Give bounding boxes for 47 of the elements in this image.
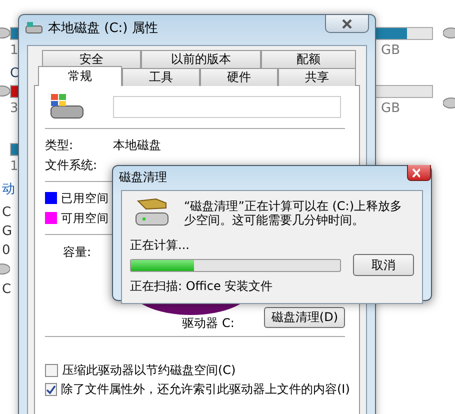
field-label: 文件系统: xyxy=(45,156,98,174)
close-button[interactable] xyxy=(407,165,431,181)
checkbox-label: 除了文件属性外，还允许索引此驱动器上文件的内容(I) xyxy=(61,381,350,398)
drive-size-text: 3 xyxy=(10,101,18,116)
tab[interactable]: 安全 xyxy=(42,50,142,68)
drive-size-text: GB xyxy=(381,43,400,58)
window-title: 磁盘清理 xyxy=(119,168,168,186)
drive-size-text: GB xyxy=(381,101,400,116)
scanning-text: 正在扫描: Office 安装文件 xyxy=(130,278,274,295)
drive-icon xyxy=(443,96,455,110)
message-text: “磁盘清理”正在计算可以在 (C:)上释放多少空间。这可能需要几分钟时间。 xyxy=(184,199,404,227)
drive-title: C xyxy=(2,282,12,297)
tab[interactable]: 以前的版本 xyxy=(141,50,261,68)
status-text: 正在计算... xyxy=(130,237,190,254)
drive-icon xyxy=(443,26,455,40)
field-value: 本地磁盘 xyxy=(113,136,161,154)
close-icon xyxy=(412,168,420,178)
legend-label: 已用空间 xyxy=(61,190,109,206)
drive-title: C xyxy=(2,205,12,220)
drive-title: G xyxy=(2,224,12,239)
close-button[interactable] xyxy=(325,15,369,33)
drive-icon xyxy=(0,84,10,98)
cancel-button[interactable]: 取消 xyxy=(353,254,414,276)
drive-size-text: 1 xyxy=(10,159,18,174)
disk-cleanup-button[interactable]: 磁盘清理(D) xyxy=(264,307,345,328)
tab[interactable]: 常规 xyxy=(38,66,122,86)
tab[interactable]: 工具 xyxy=(122,68,200,86)
checkmark-icon xyxy=(46,384,56,394)
drive-size-text: 1 xyxy=(10,43,18,58)
tab[interactable]: 硬件 xyxy=(200,68,278,86)
tab[interactable]: 配额 xyxy=(260,50,356,68)
drive-label: 驱动器 C: xyxy=(182,315,234,332)
drive-title: 0 xyxy=(2,243,10,258)
capacity-label: 容量: xyxy=(63,244,92,260)
drive-icon xyxy=(0,262,10,276)
tab[interactable]: 共享 xyxy=(278,68,356,86)
drive-name-field[interactable] xyxy=(113,96,341,118)
drive-title: 动 xyxy=(2,181,15,198)
checkbox[interactable] xyxy=(45,364,58,377)
drive-icon xyxy=(0,26,10,40)
drive-icon xyxy=(25,21,43,35)
legend-label: 可用空间 xyxy=(61,210,109,226)
close-icon xyxy=(341,18,353,28)
window-title: 本地磁盘 (C:) 属性 xyxy=(48,20,159,37)
checkbox[interactable] xyxy=(45,383,57,396)
field-label: 类型: xyxy=(45,136,74,154)
checkbox-label: 压缩此驱动器以节约磁盘空间(C) xyxy=(62,362,236,379)
